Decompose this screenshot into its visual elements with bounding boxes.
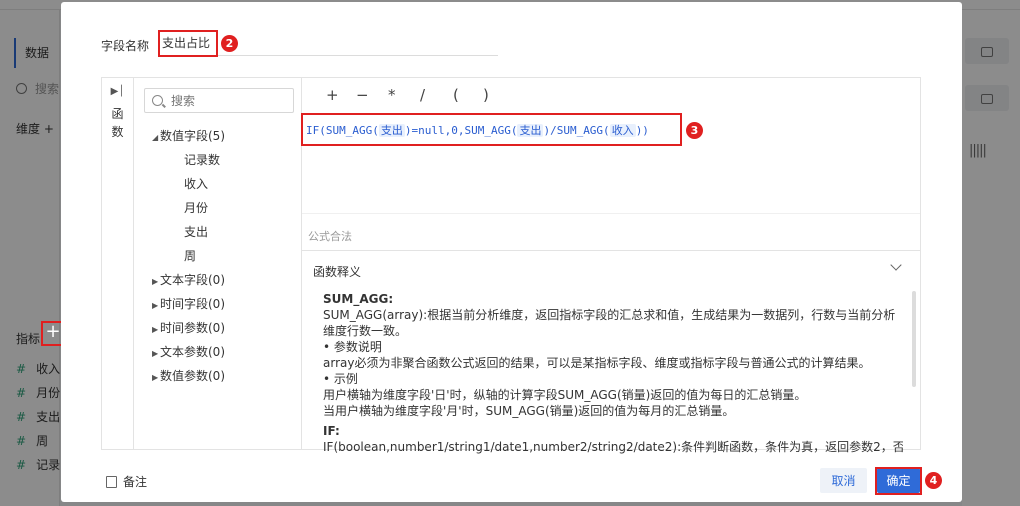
validation-status: 公式合法 [308, 230, 352, 243]
tree-field[interactable]: 月份 [152, 196, 225, 220]
help-scrollbar[interactable] [912, 291, 916, 387]
highlight-box-2 [158, 30, 218, 57]
help-example: 用户横轴为维度字段'日'时，纵轴的计算字段SUM_AGG(销量)返回的值为每日的… [323, 388, 807, 402]
operator-bar: + − * / ( ) [302, 78, 920, 114]
highlight-box-3 [301, 113, 682, 146]
tree-group-numeric[interactable]: ◢ 数值字段(5) [152, 124, 225, 148]
plus-operator[interactable]: + [326, 86, 339, 104]
caret-right-icon: ▶ [152, 277, 159, 286]
tree-field[interactable]: 支出 [152, 220, 225, 244]
help-description: IF(boolean,number1/string1/date1,number2… [323, 440, 903, 454]
multiply-operator[interactable]: * [388, 86, 396, 104]
caret-right-icon: ▶ [152, 325, 159, 334]
help-function-name: IF: [323, 424, 340, 438]
expand-arrow-icon: ▶│ [110, 86, 125, 97]
field-search-input[interactable] [171, 92, 289, 110]
tree-group[interactable]: ▶ 时间参数(0) [152, 316, 225, 340]
field-tree: ◢ 数值字段(5) 记录数 收入 月份 支出 周 ▶ 文本字段(0) ▶ 时间字段(0… [152, 124, 225, 388]
note-icon [106, 476, 117, 488]
function-help-panel: 函数释义 SUM_AGG: SUM_AGG(array):根据当前分析维度，返回… [302, 250, 920, 454]
formula-divider [302, 213, 920, 214]
step-marker-3: 3 [686, 122, 703, 139]
help-example: 当用户横轴为维度字段'月'时，SUM_AGG(销量)返回的值为每月的汇总销量。 [323, 404, 735, 418]
close-paren-operator[interactable]: ) [483, 86, 489, 104]
tree-field[interactable]: 记录数 [152, 148, 225, 172]
tree-group[interactable]: ▶ 数值参数(0) [152, 364, 225, 388]
tree-group[interactable]: ▶ 文本参数(0) [152, 340, 225, 364]
caret-right-icon: ▶ [152, 349, 159, 358]
open-paren-operator[interactable]: ( [453, 86, 459, 104]
caret-down-icon: ◢ [152, 133, 159, 142]
step-marker-2: 2 [221, 35, 238, 52]
tree-field[interactable]: 周 [152, 244, 225, 268]
caret-right-icon: ▶ [152, 301, 159, 310]
calculated-field-dialog: 字段名称 2 ▶│ 函数 ◢数值字段(5) 记录数 收入 月份 支出 周 ▶文本… [61, 2, 962, 502]
fields-panel: ◢数值字段(5) 记录数 收入 月份 支出 周 ▶文本字段(0) ▶时间字段(0… [134, 78, 302, 449]
help-content: SUM_AGG: SUM_AGG(array):根据当前分析维度，返回指标字段的… [323, 291, 903, 455]
search-icon [152, 95, 163, 106]
step-marker-4: 4 [925, 472, 942, 489]
caret-right-icon: ▶ [152, 373, 159, 382]
function-toggle[interactable]: ▶│ 函数 [102, 78, 134, 449]
tree-field[interactable]: 收入 [152, 172, 225, 196]
help-function-name: SUM_AGG: [323, 292, 394, 306]
field-search-box[interactable] [144, 88, 294, 113]
formula-editor: ▶│ 函数 ◢数值字段(5) 记录数 收入 月份 支出 周 ▶文本字段(0) ▶… [101, 77, 921, 454]
help-param-title: • 参数说明 [323, 340, 382, 354]
minus-operator[interactable]: − [356, 86, 369, 104]
help-param-desc: array必须为非聚合函数公式返回的结果，可以是某指标字段、维度或指标字段与普通… [323, 356, 871, 370]
chevron-down-icon[interactable] [890, 259, 902, 271]
tree-group[interactable]: ▶ 文本字段(0) [152, 268, 225, 292]
cancel-button[interactable]: 取消 [820, 468, 867, 493]
help-description: SUM_AGG(array):根据当前分析维度，返回指标字段的汇总求和值，生成结… [323, 308, 896, 338]
help-title: 函数释义 [313, 265, 362, 279]
field-name-label: 字段名称 [101, 39, 150, 53]
tree-group[interactable]: ▶ 时间字段(0) [152, 292, 225, 316]
function-toggle-label: 函数 [111, 107, 124, 139]
help-example-title: • 示例 [323, 372, 358, 386]
highlight-box-4 [875, 467, 922, 495]
divide-operator[interactable]: / [420, 86, 425, 104]
note-button[interactable]: 备注 [106, 473, 147, 490]
